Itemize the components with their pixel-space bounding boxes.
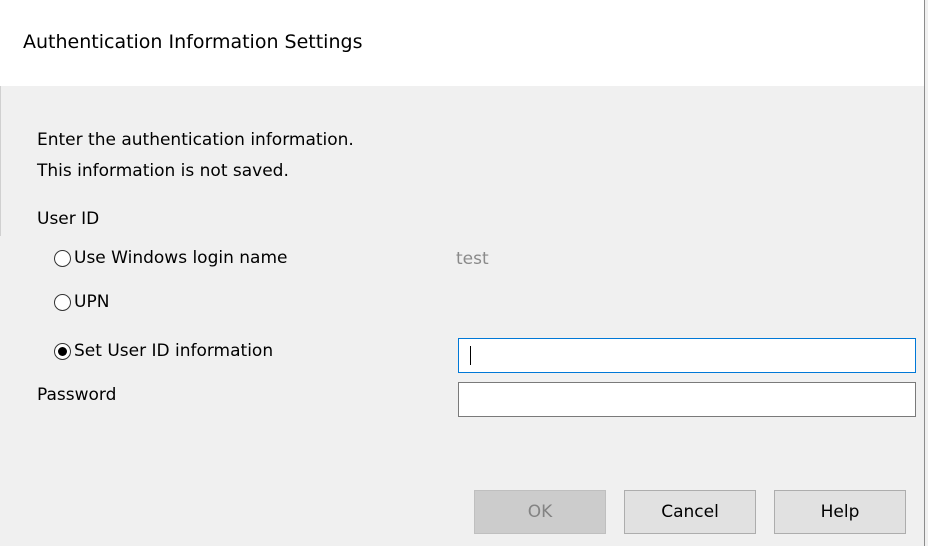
dialog-right-border bbox=[924, 0, 925, 546]
windows-login-name-value: test bbox=[456, 249, 489, 269]
dialog-title: Authentication Information Settings bbox=[23, 31, 363, 53]
dialog-left-border bbox=[0, 86, 1, 236]
text-caret bbox=[470, 346, 471, 365]
radio-label-use-windows-login-name: Use Windows login name bbox=[74, 248, 288, 268]
radio-set-user-id-information[interactable]: Set User ID information bbox=[54, 339, 273, 363]
radio-use-windows-login-name[interactable]: Use Windows login name bbox=[54, 246, 287, 270]
instruction-line-2: This information is not saved. bbox=[37, 161, 289, 181]
radio-label-upn: UPN bbox=[74, 292, 110, 312]
radio-upn[interactable]: UPN bbox=[54, 290, 109, 314]
radio-label-set-user-id-information: Set User ID information bbox=[74, 341, 274, 361]
radio-circle-icon[interactable] bbox=[54, 249, 71, 267]
cancel-button[interactable]: Cancel bbox=[624, 490, 756, 534]
user-id-input[interactable] bbox=[458, 338, 916, 373]
help-button[interactable]: Help bbox=[774, 490, 906, 534]
radio-circle-icon[interactable] bbox=[54, 293, 71, 311]
radio-selected-icon[interactable] bbox=[54, 342, 71, 360]
dialog-titlebar: Authentication Information Settings bbox=[0, 0, 925, 86]
password-input[interactable] bbox=[458, 382, 916, 417]
ok-button[interactable]: OK bbox=[474, 490, 606, 534]
authentication-dialog: Authentication Information Settings Ente… bbox=[0, 0, 928, 546]
password-label: Password bbox=[37, 385, 117, 405]
instruction-line-1: Enter the authentication information. bbox=[37, 130, 354, 150]
user-id-label: User ID bbox=[37, 209, 100, 229]
